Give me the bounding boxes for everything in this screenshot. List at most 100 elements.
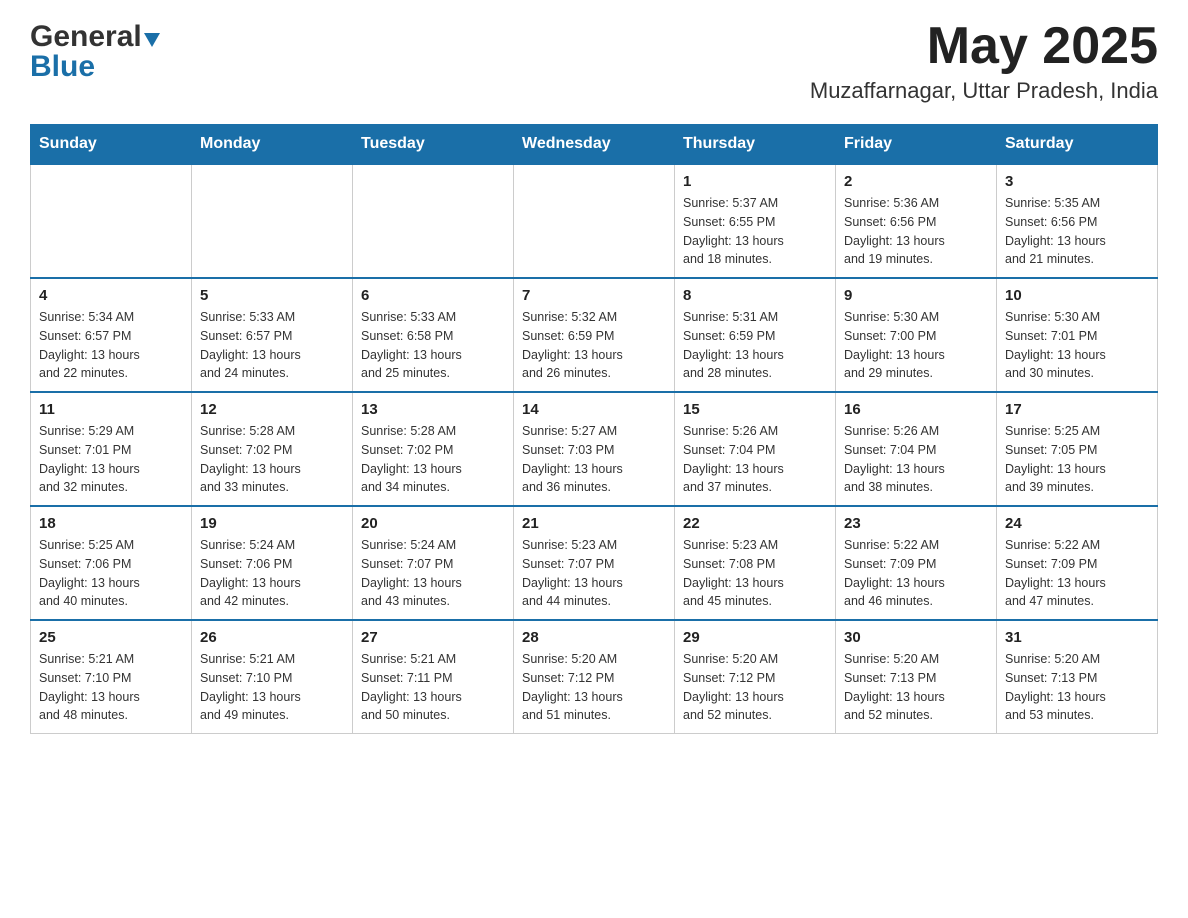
day-number: 24 bbox=[1005, 515, 1149, 532]
table-row: 11 Sunrise: 5:29 AMSunset: 7:01 PMDayligh… bbox=[31, 392, 192, 506]
table-row: 16Sunrise: 5:26 AMSunset: 7:04 PMDayligh… bbox=[836, 392, 997, 506]
day-info: Sunrise: 5:35 AMSunset: 6:56 PMDaylight:… bbox=[1005, 194, 1149, 269]
title-block: May 2025 Muzaffarnagar, Uttar Pradesh, I… bbox=[810, 20, 1158, 104]
calendar-table: Sunday Monday Tuesday Wednesday Thursday… bbox=[30, 124, 1158, 734]
day-info: Sunrise: 5:33 AMSunset: 6:57 PMDaylight:… bbox=[200, 308, 344, 383]
col-thursday: Thursday bbox=[675, 125, 836, 165]
table-row bbox=[31, 164, 192, 278]
day-info: Sunrise: 5:20 AMSunset: 7:12 PMDaylight:… bbox=[683, 650, 827, 725]
table-row: 19Sunrise: 5:24 AMSunset: 7:06 PMDayligh… bbox=[192, 506, 353, 620]
day-info: Sunrise: 5:20 AMSunset: 7:13 PMDaylight:… bbox=[844, 650, 988, 725]
day-info: Sunrise: 5:21 AMSunset: 7:10 PMDaylight:… bbox=[200, 650, 344, 725]
table-row: 18 Sunrise: 5:25 AMSunset: 7:06 PMDayligh… bbox=[31, 506, 192, 620]
day-info: Sunrise: 5:23 AMSunset: 7:08 PMDaylight:… bbox=[683, 536, 827, 611]
table-row: 8Sunrise: 5:31 AMSunset: 6:59 PMDaylight… bbox=[675, 278, 836, 392]
day-info: Sunrise: 5:25 AMSunset: 7:05 PMDaylight:… bbox=[1005, 422, 1149, 497]
logo-blue-text: Blue bbox=[30, 50, 160, 84]
day-number: 11 bbox=[39, 401, 183, 418]
col-tuesday: Tuesday bbox=[353, 125, 514, 165]
day-number: 13 bbox=[361, 401, 505, 418]
table-row: 1 Sunrise: 5:37 AMSunset: 6:55 PMDaylight… bbox=[675, 164, 836, 278]
col-monday: Monday bbox=[192, 125, 353, 165]
day-number: 3 bbox=[1005, 173, 1149, 190]
day-number: 31 bbox=[1005, 629, 1149, 646]
logo-general-text: General bbox=[30, 20, 142, 53]
day-info: Sunrise: 5:29 AMSunset: 7:01 PMDaylight:… bbox=[39, 422, 183, 497]
day-info: Sunrise: 5:27 AMSunset: 7:03 PMDaylight:… bbox=[522, 422, 666, 497]
day-info: Sunrise: 5:25 AMSunset: 7:06 PMDaylight:… bbox=[39, 536, 183, 611]
day-number: 23 bbox=[844, 515, 988, 532]
calendar-week-row: 18 Sunrise: 5:25 AMSunset: 7:06 PMDayligh… bbox=[31, 506, 1158, 620]
table-row: 13Sunrise: 5:28 AMSunset: 7:02 PMDayligh… bbox=[353, 392, 514, 506]
table-row: 12 Sunrise: 5:28 AMSunset: 7:02 PMDayligh… bbox=[192, 392, 353, 506]
day-number: 9 bbox=[844, 287, 988, 304]
day-info: Sunrise: 5:22 AMSunset: 7:09 PMDaylight:… bbox=[1005, 536, 1149, 611]
day-info: Sunrise: 5:30 AMSunset: 7:01 PMDaylight:… bbox=[1005, 308, 1149, 383]
table-row: 21 Sunrise: 5:23 AMSunset: 7:07 PMDayligh… bbox=[514, 506, 675, 620]
table-row bbox=[353, 164, 514, 278]
calendar-header-row: Sunday Monday Tuesday Wednesday Thursday… bbox=[31, 125, 1158, 165]
day-info: Sunrise: 5:32 AMSunset: 6:59 PMDaylight:… bbox=[522, 308, 666, 383]
table-row: 14 Sunrise: 5:27 AMSunset: 7:03 PMDayligh… bbox=[514, 392, 675, 506]
day-info: Sunrise: 5:37 AMSunset: 6:55 PMDaylight:… bbox=[683, 194, 827, 269]
table-row: 5 Sunrise: 5:33 AMSunset: 6:57 PMDaylight… bbox=[192, 278, 353, 392]
table-row: 28Sunrise: 5:20 AMSunset: 7:12 PMDayligh… bbox=[514, 620, 675, 734]
table-row: 20Sunrise: 5:24 AMSunset: 7:07 PMDayligh… bbox=[353, 506, 514, 620]
table-row bbox=[192, 164, 353, 278]
day-info: Sunrise: 5:23 AMSunset: 7:07 PMDaylight:… bbox=[522, 536, 666, 611]
calendar-week-row: 4Sunrise: 5:34 AMSunset: 6:57 PMDaylight… bbox=[31, 278, 1158, 392]
day-info: Sunrise: 5:21 AMSunset: 7:11 PMDaylight:… bbox=[361, 650, 505, 725]
day-info: Sunrise: 5:30 AMSunset: 7:00 PMDaylight:… bbox=[844, 308, 988, 383]
calendar-week-row: 25Sunrise: 5:21 AMSunset: 7:10 PMDayligh… bbox=[31, 620, 1158, 734]
month-year-title: May 2025 bbox=[810, 20, 1158, 72]
table-row: 30 Sunrise: 5:20 AMSunset: 7:13 PMDayligh… bbox=[836, 620, 997, 734]
table-row: 27 Sunrise: 5:21 AMSunset: 7:11 PMDayligh… bbox=[353, 620, 514, 734]
calendar-week-row: 1 Sunrise: 5:37 AMSunset: 6:55 PMDaylight… bbox=[31, 164, 1158, 278]
table-row: 26 Sunrise: 5:21 AMSunset: 7:10 PMDayligh… bbox=[192, 620, 353, 734]
day-number: 22 bbox=[683, 515, 827, 532]
day-number: 5 bbox=[200, 287, 344, 304]
day-number: 26 bbox=[200, 629, 344, 646]
day-number: 8 bbox=[683, 287, 827, 304]
day-number: 17 bbox=[1005, 401, 1149, 418]
day-number: 19 bbox=[200, 515, 344, 532]
table-row: 22 Sunrise: 5:23 AMSunset: 7:08 PMDayligh… bbox=[675, 506, 836, 620]
day-number: 6 bbox=[361, 287, 505, 304]
day-info: Sunrise: 5:36 AMSunset: 6:56 PMDaylight:… bbox=[844, 194, 988, 269]
day-info: Sunrise: 5:21 AMSunset: 7:10 PMDaylight:… bbox=[39, 650, 183, 725]
day-info: Sunrise: 5:26 AMSunset: 7:04 PMDaylight:… bbox=[683, 422, 827, 497]
col-wednesday: Wednesday bbox=[514, 125, 675, 165]
day-number: 12 bbox=[200, 401, 344, 418]
day-info: Sunrise: 5:28 AMSunset: 7:02 PMDaylight:… bbox=[200, 422, 344, 497]
day-number: 28 bbox=[522, 629, 666, 646]
day-info: Sunrise: 5:34 AMSunset: 6:57 PMDaylight:… bbox=[39, 308, 183, 383]
table-row: 10 Sunrise: 5:30 AMSunset: 7:01 PMDayligh… bbox=[997, 278, 1158, 392]
location-subtitle: Muzaffarnagar, Uttar Pradesh, India bbox=[810, 78, 1158, 104]
day-number: 2 bbox=[844, 173, 988, 190]
logo-triangle-icon bbox=[144, 33, 160, 47]
day-number: 15 bbox=[683, 401, 827, 418]
table-row: 29Sunrise: 5:20 AMSunset: 7:12 PMDayligh… bbox=[675, 620, 836, 734]
table-row: 3 Sunrise: 5:35 AMSunset: 6:56 PMDaylight… bbox=[997, 164, 1158, 278]
day-info: Sunrise: 5:22 AMSunset: 7:09 PMDaylight:… bbox=[844, 536, 988, 611]
day-number: 18 bbox=[39, 515, 183, 532]
day-info: Sunrise: 5:24 AMSunset: 7:07 PMDaylight:… bbox=[361, 536, 505, 611]
day-number: 27 bbox=[361, 629, 505, 646]
table-row: 9 Sunrise: 5:30 AMSunset: 7:00 PMDaylight… bbox=[836, 278, 997, 392]
col-saturday: Saturday bbox=[997, 125, 1158, 165]
table-row: 2 Sunrise: 5:36 AMSunset: 6:56 PMDaylight… bbox=[836, 164, 997, 278]
calendar-week-row: 11 Sunrise: 5:29 AMSunset: 7:01 PMDayligh… bbox=[31, 392, 1158, 506]
day-number: 10 bbox=[1005, 287, 1149, 304]
table-row: 17 Sunrise: 5:25 AMSunset: 7:05 PMDayligh… bbox=[997, 392, 1158, 506]
logo: General Blue bbox=[30, 20, 160, 84]
day-number: 14 bbox=[522, 401, 666, 418]
day-number: 1 bbox=[683, 173, 827, 190]
day-number: 30 bbox=[844, 629, 988, 646]
day-number: 21 bbox=[522, 515, 666, 532]
table-row bbox=[514, 164, 675, 278]
page-header: General Blue May 2025 Muzaffarnagar, Utt… bbox=[30, 20, 1158, 104]
table-row: 6Sunrise: 5:33 AMSunset: 6:58 PMDaylight… bbox=[353, 278, 514, 392]
day-info: Sunrise: 5:26 AMSunset: 7:04 PMDaylight:… bbox=[844, 422, 988, 497]
col-friday: Friday bbox=[836, 125, 997, 165]
day-info: Sunrise: 5:20 AMSunset: 7:13 PMDaylight:… bbox=[1005, 650, 1149, 725]
